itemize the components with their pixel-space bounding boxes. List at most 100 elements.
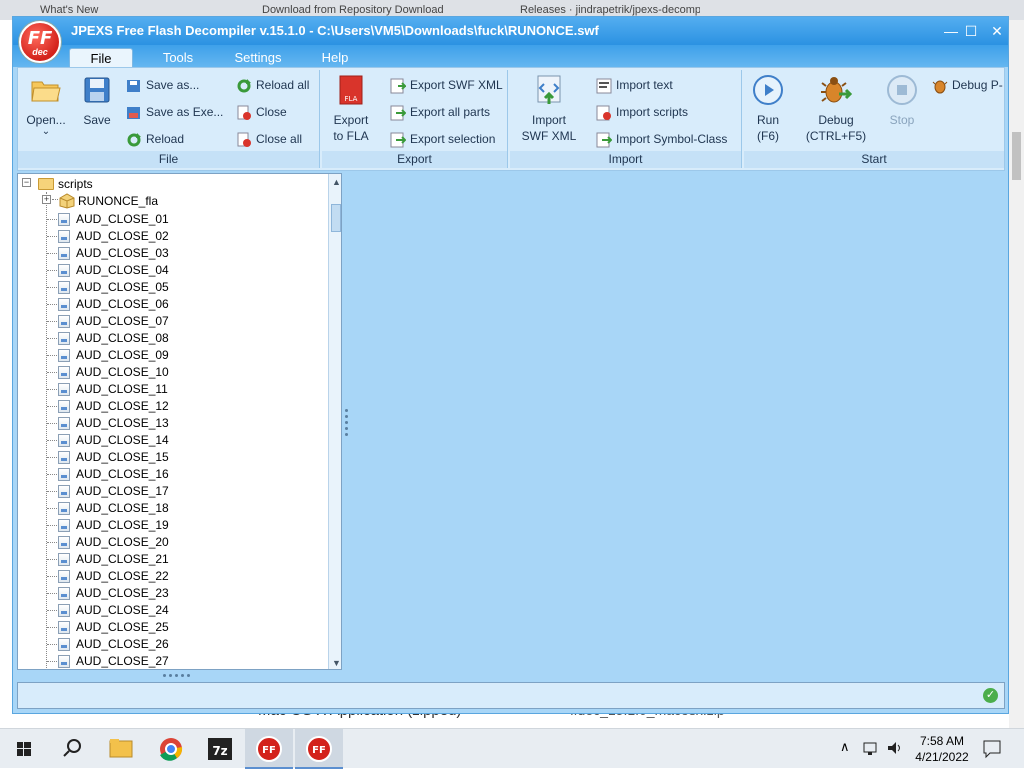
tab-file[interactable]: File [69, 48, 133, 67]
maximize-button[interactable]: ☐ [961, 21, 981, 41]
ribbon-group-export: FLA Export to FLA Export SWF XML Export a… [322, 70, 508, 168]
tag-tree-panel[interactable]: − scripts + RUNONCE_fla AUD_CLOSE_01 AUD_… [17, 173, 342, 670]
tree-item-label: AUD_CLOSE_21 [76, 552, 169, 566]
ribbon-group-file: Open... ⌄ Save Save as... Save as Exe...… [18, 70, 320, 168]
tree-item-label: AUD_CLOSE_19 [76, 518, 169, 532]
close-window-button[interactable]: ✕ [987, 21, 1007, 41]
script-file-icon [58, 621, 70, 634]
export-fla-line1: Export [333, 113, 369, 127]
windows-logo-icon [17, 742, 31, 756]
tree-item-label: AUD_CLOSE_04 [76, 263, 169, 277]
tree-connector [46, 192, 47, 669]
script-file-icon [58, 213, 70, 226]
tree-item-label: AUD_CLOSE_18 [76, 501, 169, 515]
taskbar-chrome[interactable] [147, 729, 195, 769]
tree-connector [47, 661, 57, 662]
scroll-up-arrow-icon[interactable]: ▲ [329, 174, 341, 190]
bug-icon [820, 74, 853, 106]
notifications-icon[interactable] [982, 739, 1002, 759]
import-scripts-label: Import scripts [616, 105, 689, 119]
script-file-icon [58, 502, 70, 515]
tree-connector [47, 627, 57, 628]
group-label-start: Start [744, 151, 1004, 168]
status-bar: ✓ [17, 682, 1005, 709]
tree-connector [47, 372, 57, 373]
floppy-disk-icon [81, 74, 113, 106]
logo-ff-text: FF [27, 28, 53, 49]
script-file-icon [58, 298, 70, 311]
tray-chevron-up-icon[interactable]: ∧ [840, 739, 850, 755]
save-label: Save [83, 113, 111, 127]
taskbar-ffdec-2[interactable]: FF [295, 729, 343, 769]
tree-connector [47, 525, 57, 526]
save-button[interactable]: Save [76, 74, 118, 128]
taskbar-ffdec-1[interactable]: FF [245, 729, 293, 769]
script-file-icon [58, 553, 70, 566]
tree-scroll-thumb[interactable] [331, 204, 341, 232]
tree-connector [47, 355, 57, 356]
horizontal-splitter[interactable] [163, 673, 203, 679]
script-file-icon [58, 366, 70, 379]
ffdec-app-icon: FF [306, 736, 332, 762]
clock[interactable]: 7:58 AM 4/21/2022 [912, 733, 972, 765]
status-ok-icon: ✓ [983, 688, 998, 703]
tree-scrollbar[interactable]: ▲ ▼ [328, 174, 341, 669]
taskbar-7zip[interactable]: 7z [196, 729, 244, 769]
tab-help[interactable]: Help [313, 48, 357, 67]
start-button[interactable] [0, 729, 48, 769]
tree-item-label: AUD_CLOSE_02 [76, 229, 169, 243]
script-file-icon [58, 587, 70, 600]
tree-item-label: AUD_CLOSE_17 [76, 484, 169, 498]
package-icon [59, 193, 75, 209]
search-icon [63, 739, 81, 757]
debug-button[interactable]: Debug (CTRL+F5) [800, 74, 872, 144]
debug-p-bug-icon [932, 80, 948, 94]
tree-connector [47, 440, 57, 441]
script-file-icon [58, 434, 70, 447]
tree-item-label: AUD_CLOSE_14 [76, 433, 169, 447]
tree-item-label: AUD_CLOSE_15 [76, 450, 169, 464]
export-to-fla-button[interactable]: FLA Export to FLA [328, 74, 374, 144]
volume-icon[interactable] [886, 739, 904, 757]
tree-item-label: AUD_CLOSE_27 [76, 654, 169, 668]
taskbar-file-explorer[interactable] [97, 729, 145, 769]
tab-tools[interactable]: Tools [153, 48, 203, 67]
run-button[interactable]: Run (F6) [750, 74, 786, 144]
tree-item-label: AUD_CLOSE_20 [76, 535, 169, 549]
tree-item-label: AUD_CLOSE_08 [76, 331, 169, 345]
close-file-icon [237, 105, 251, 120]
tree-connector [47, 406, 57, 407]
close-all-icon [237, 132, 251, 147]
search-button[interactable] [48, 729, 96, 769]
app-logo-icon[interactable]: FF dec [19, 21, 61, 63]
script-file-icon [58, 230, 70, 243]
script-file-icon [58, 638, 70, 651]
tree-collapse-toggle[interactable]: − [22, 178, 31, 187]
script-file-icon [58, 519, 70, 532]
tree-item-label: AUD_CLOSE_07 [76, 314, 169, 328]
title-bar[interactable]: JPEXS Free Flash Decompiler v.15.1.0 - C… [13, 17, 1008, 45]
group-label-file: File [18, 151, 319, 168]
tree-root-scripts[interactable]: scripts [58, 177, 93, 194]
script-file-icon [58, 536, 70, 549]
reload-all-icon [237, 79, 251, 93]
ribbon-group-start: Run (F6) Debug (CTRL+F5) Stop Debug P- Sta… [744, 70, 1004, 168]
import-swf-xml-button[interactable]: Import SWF XML [520, 74, 578, 144]
browser-scrollbar[interactable] [1009, 20, 1024, 728]
open-button[interactable]: Open... ⌄ [22, 74, 70, 137]
tree-expand-toggle[interactable]: + [42, 195, 51, 204]
stop-button[interactable]: Stop [882, 74, 922, 128]
scroll-down-arrow-icon[interactable]: ▼ [329, 655, 341, 669]
network-icon[interactable] [862, 739, 880, 757]
browser-scroll-thumb[interactable] [1012, 132, 1021, 180]
minimize-button[interactable]: — [941, 21, 961, 41]
tree-item-label: AUD_CLOSE_11 [76, 382, 168, 396]
vertical-splitter[interactable] [344, 173, 350, 670]
tab-settings[interactable]: Settings [223, 48, 293, 67]
script-file-icon [58, 264, 70, 277]
tree-folder-runonce[interactable]: RUNONCE_fla [78, 194, 158, 211]
tree-connector [47, 593, 57, 594]
script-file-icon [58, 247, 70, 260]
tree-connector [47, 321, 57, 322]
sevenzip-icon: 7z [208, 738, 232, 760]
